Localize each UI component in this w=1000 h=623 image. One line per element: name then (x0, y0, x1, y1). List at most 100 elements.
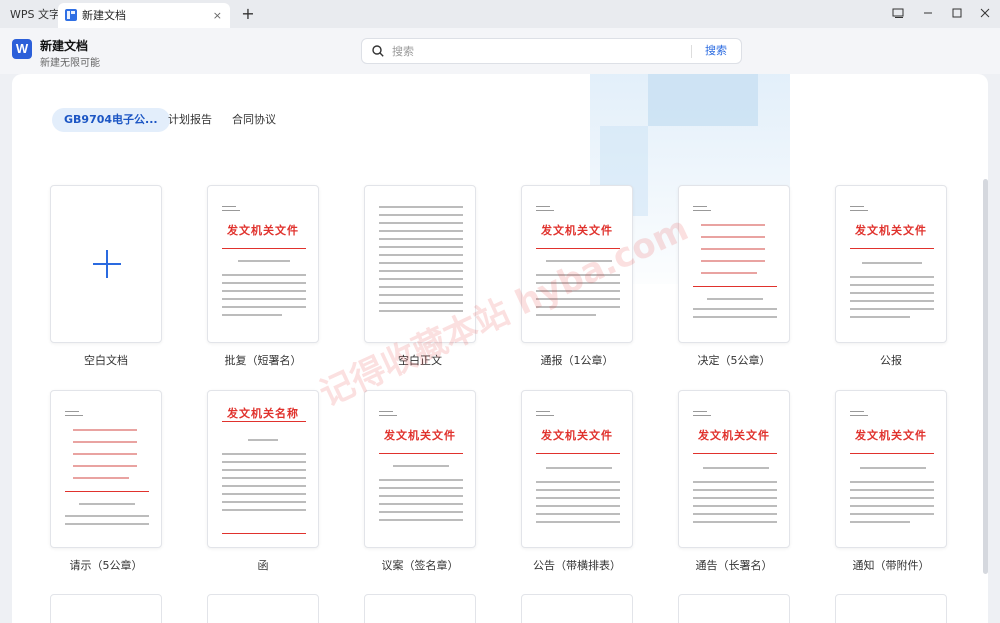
doc-line (850, 411, 864, 412)
template-card-decision[interactable] (678, 185, 790, 343)
doc-line (693, 415, 711, 416)
template-card-motion[interactable]: 发文机关文件 (364, 390, 476, 548)
template-label: 决定（5公章） (697, 354, 771, 367)
template-card-notice[interactable]: 发文机关文件 (678, 390, 790, 548)
template-label: 公报 (880, 354, 902, 367)
doc-line (222, 306, 306, 308)
doc-line (862, 262, 922, 264)
doc-line (693, 210, 711, 211)
document-tab[interactable]: 新建文档 × (58, 3, 230, 28)
doc-line (536, 298, 620, 300)
doc-red-rule (65, 491, 149, 492)
doc-line (850, 316, 910, 318)
doc-line (850, 210, 868, 211)
restore-window-icon[interactable] (888, 4, 908, 24)
doc-line (536, 282, 620, 284)
doc-line (222, 314, 282, 316)
doc-line (546, 260, 612, 262)
template-card-letter[interactable]: 发文机关名称 (207, 390, 319, 548)
template-card-announcement[interactable]: 发文机关文件 (521, 390, 633, 548)
category-tab-gb9704[interactable]: GB9704电子公... (52, 108, 170, 132)
doc-line (850, 284, 934, 286)
search-input[interactable] (392, 42, 692, 60)
maximize-window-icon[interactable] (947, 4, 967, 24)
doc-line (222, 274, 306, 276)
template-card[interactable] (521, 594, 633, 623)
doc-line (222, 493, 306, 495)
doc-red-line (73, 453, 137, 455)
doc-line (536, 274, 620, 276)
template-card-bulletin[interactable]: 发文机关文件 (521, 185, 633, 343)
background-decoration (648, 74, 758, 126)
template-card[interactable] (678, 594, 790, 623)
doc-red-rule (222, 248, 306, 249)
template-card[interactable] (50, 594, 162, 623)
template-card[interactable] (364, 594, 476, 623)
doc-line (379, 222, 463, 224)
doc-red-line (701, 224, 765, 226)
doc-line (693, 308, 777, 310)
app-home-tab[interactable]: WPS 文字 (4, 4, 66, 26)
doc-line (693, 489, 777, 491)
doc-red-rule (536, 453, 620, 454)
doc-line (850, 481, 934, 483)
doc-line (222, 461, 306, 463)
minimize-window-icon[interactable] (918, 4, 938, 24)
doc-line (65, 523, 149, 525)
template-label: 请示（5公章） (69, 559, 143, 572)
doc-line (536, 206, 550, 207)
doc-line (536, 497, 620, 499)
template-card-request[interactable] (50, 390, 162, 548)
doc-line (693, 411, 707, 412)
template-card[interactable] (835, 594, 947, 623)
doc-line (850, 521, 910, 523)
doc-line (850, 300, 934, 302)
doc-line (379, 487, 463, 489)
doc-line (379, 230, 463, 232)
doc-line (379, 310, 463, 312)
template-card[interactable] (207, 594, 319, 623)
page-header: W 新建文档 新建无限可能 搜索 (0, 28, 1000, 74)
template-card-reply[interactable]: 发文机关文件 (207, 185, 319, 343)
category-tab-contract[interactable]: 合同协议 (220, 108, 288, 132)
doc-line (850, 276, 934, 278)
doc-line (222, 469, 306, 471)
doc-line (536, 481, 620, 483)
doc-line (222, 206, 236, 207)
doc-line (379, 511, 463, 513)
template-card-blank-document[interactable] (50, 185, 162, 343)
doc-line (65, 411, 79, 412)
doc-line (379, 519, 463, 521)
doc-line (379, 479, 463, 481)
doc-line (536, 521, 620, 523)
doc-line (536, 415, 554, 416)
doc-line (222, 210, 240, 211)
page-subtitle: 新建无限可能 (40, 58, 100, 69)
close-window-icon[interactable] (975, 4, 995, 24)
doc-line (379, 246, 463, 248)
doc-line (222, 485, 306, 487)
close-tab-icon[interactable]: × (213, 3, 222, 28)
doc-line (222, 453, 306, 455)
category-tab-plan-report[interactable]: 计划报告 (156, 108, 224, 132)
template-card-communique[interactable]: 发文机关文件 (835, 185, 947, 343)
template-card-blank-body[interactable] (364, 185, 476, 343)
doc-line (379, 206, 463, 208)
doc-line (379, 411, 393, 412)
doc-line (850, 415, 868, 416)
vertical-scrollbar[interactable] (983, 179, 988, 574)
doc-line (379, 270, 463, 272)
doc-heading: 发文机关文件 (227, 224, 299, 237)
template-card-notification[interactable]: 发文机关文件 (835, 390, 947, 548)
doc-line (379, 238, 463, 240)
new-tab-button[interactable]: + (239, 3, 257, 25)
doc-heading: 发文机关文件 (855, 224, 927, 237)
template-label: 通报（1公章） (540, 354, 614, 367)
doc-line (65, 415, 83, 416)
doc-red-line (73, 477, 129, 479)
doc-line (693, 505, 777, 507)
document-tab-label: 新建文档 (82, 9, 126, 22)
plus-icon (93, 263, 121, 265)
search-button[interactable]: 搜索 (705, 39, 727, 63)
doc-heading: 发文机关文件 (541, 429, 613, 442)
